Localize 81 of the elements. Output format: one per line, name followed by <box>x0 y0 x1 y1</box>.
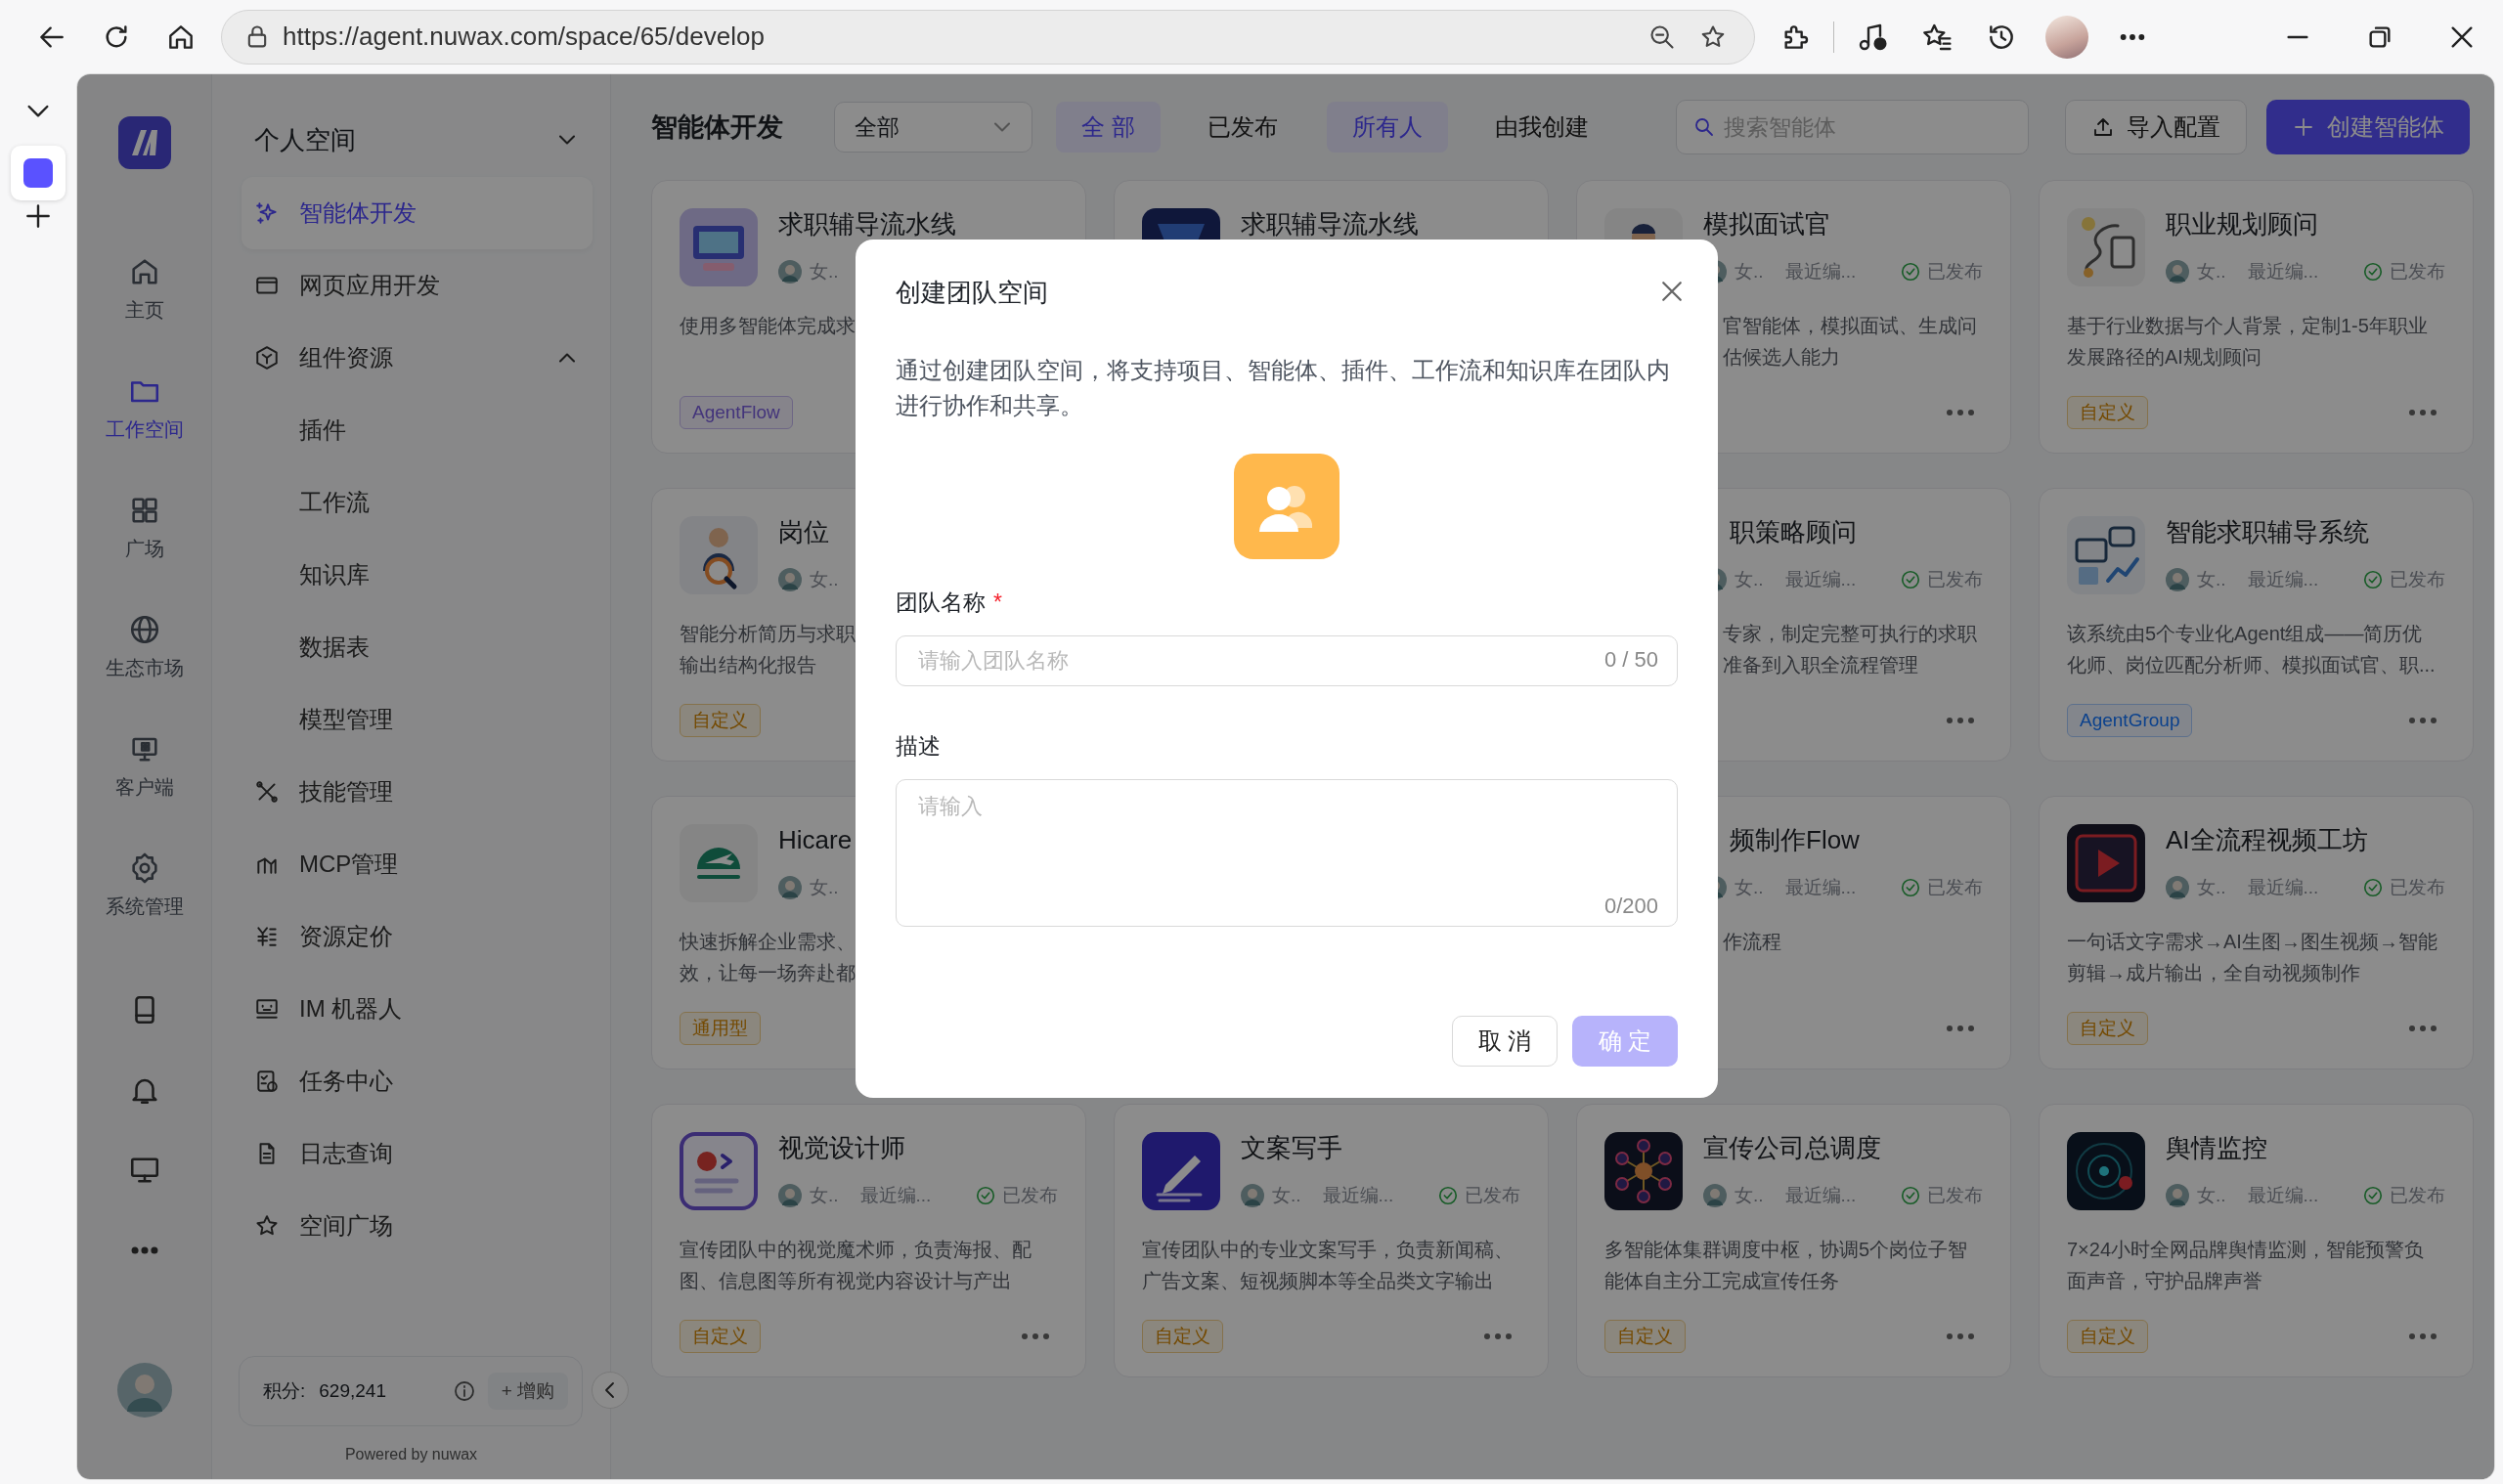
edited-time: 最近编... <box>859 1184 932 1207</box>
published-status: 已发布 <box>1927 568 1983 591</box>
points-label: 积分: <box>263 1379 306 1403</box>
agent-tag: 自定义 <box>1142 1320 1223 1353</box>
author-name: 女.. <box>1735 260 1764 284</box>
edited-time: 最近编... <box>2247 260 2319 284</box>
agent-description: 该系统由5个专业化Agent组成——简历优化师、岗位匹配分析师、模拟面试官、职... <box>2067 622 2437 677</box>
page-title: 智能体开发 <box>651 111 783 144</box>
published-status: 已发布 <box>1927 1184 1983 1207</box>
agent-tag: 自定义 <box>2067 396 2148 429</box>
edited-time: 最近编... <box>1322 1184 1394 1207</box>
agent-tag: 自定义 <box>2067 1012 2148 1045</box>
agent-title: 求职辅导流水线 <box>1241 208 1419 240</box>
published-status: 已发布 <box>1465 1184 1520 1207</box>
agent-description: 多智能体集群调度中枢，协调5个岗位子智能体自主分工完成宣传任务 <box>1604 1238 1969 1293</box>
agent-description: 7×24小时全网品牌舆情监测，智能预警负面声音，守护品牌声誉 <box>2067 1238 2426 1293</box>
character-count: 0 / 50 <box>1603 647 1658 673</box>
author-name: 女.. <box>810 568 839 591</box>
agent-tag: 通用型 <box>680 1012 761 1045</box>
edited-time: 最近编... <box>2247 876 2319 899</box>
agent-title: 职策略顾问 <box>1730 516 1857 547</box>
agent-description: 基于行业数据与个人背景，定制1-5年职业发展路径的AI规划顾问 <box>2067 314 2429 370</box>
agent-description: 宣传团队中的视觉魔术师，负责海报、配图、信息图等所有视觉内容设计与产出 <box>680 1238 1032 1293</box>
agent-tag: AgentGroup <box>2067 704 2193 737</box>
agent-title: 职业规划顾问 <box>2166 208 2318 240</box>
author-name: 女.. <box>2197 876 2226 899</box>
points-value: 629,241 <box>319 1380 386 1402</box>
agent-description: 作流程 <box>1723 930 1782 954</box>
agent-title: AI全流程视频工坊 <box>2166 824 2368 855</box>
agent-title: 视觉设计师 <box>778 1132 905 1163</box>
author-name: 女.. <box>810 1184 839 1207</box>
agent-title: 模拟面试官 <box>1703 208 1830 240</box>
field-label: 描述 <box>896 732 941 761</box>
dialog-title: 创建团队空间 <box>896 277 1048 309</box>
agent-description: 一句话文字需求→AI生图→图生视频→智能剪辑→成片输出，全自动视频制作 <box>2067 930 2438 985</box>
author-name: 女.. <box>1272 1184 1301 1207</box>
author-name: 女.. <box>2197 568 2226 591</box>
edited-time: 最近编... <box>1784 1184 1857 1207</box>
agent-tag: 自定义 <box>1604 1320 1686 1353</box>
agent-tag: AgentFlow <box>680 396 793 429</box>
edited-time: 最近编... <box>1784 568 1857 591</box>
agent-title: 岗位 <box>778 516 829 547</box>
agent-title: 文案写手 <box>1241 1132 1342 1163</box>
url-text: https://agent.nuwax.com/space/65/develop <box>283 22 765 52</box>
agent-tag: 自定义 <box>680 1320 761 1353</box>
required-mark: * <box>993 589 1002 617</box>
agent-tag: 自定义 <box>2067 1320 2148 1353</box>
published-status: 已发布 <box>1927 260 1983 284</box>
published-status: 已发布 <box>2390 568 2445 591</box>
author-name: 女.. <box>2197 1184 2226 1207</box>
edited-time: 最近编... <box>2247 1184 2319 1207</box>
agent-description: 智能分析简历与求职输出结构化报告 <box>680 622 856 677</box>
edited-time: 最近编... <box>1784 260 1857 284</box>
agent-title: 频制作Flow <box>1730 824 1860 855</box>
published-status: 已发布 <box>1002 1184 1058 1207</box>
agent-description: 快速拆解企业需求、效，让每一场奔赴都 <box>680 930 856 985</box>
agent-title: 智能求职辅导系统 <box>2166 516 2369 547</box>
author-name: 女.. <box>810 876 839 899</box>
agent-description: 使用多智能体完成求 <box>680 314 856 338</box>
agent-tag: 自定义 <box>680 704 761 737</box>
published-status: 已发布 <box>2390 876 2445 899</box>
agent-description: 专家，制定完整可执行的求职准备到入职全流程管理 <box>1723 622 1977 677</box>
agent-title: 舆情监控 <box>2166 1132 2267 1163</box>
powered-by-text: Powered by nuwax <box>343 1446 479 1463</box>
field-label: 团队名称 <box>896 589 986 617</box>
author-name: 女.. <box>2197 260 2226 284</box>
agent-description: 宣传团队中的专业文案写手，负责新闻稿、广告文案、短视频脚本等全品类文字输出 <box>1142 1238 1514 1293</box>
agent-description: 官智能体，模拟面试、生成问估候选人能力 <box>1723 314 1977 370</box>
published-status: 已发布 <box>2390 1184 2445 1207</box>
author-name: 女.. <box>1735 1184 1764 1207</box>
edited-time: 最近编... <box>1784 876 1857 899</box>
published-status: 已发布 <box>1927 876 1983 899</box>
agent-title: 宣传公司总调度 <box>1703 1132 1881 1163</box>
edited-time: 最近编... <box>2247 568 2319 591</box>
published-status: 已发布 <box>2390 260 2445 284</box>
author-name: 女.. <box>810 260 839 284</box>
author-name: 女.. <box>1735 568 1764 591</box>
character-count: 0/200 <box>1603 894 1658 919</box>
agent-title: Hicare <box>778 824 853 855</box>
author-name: 女.. <box>1735 876 1764 899</box>
agent-title: 求职辅导流水线 <box>778 208 956 240</box>
